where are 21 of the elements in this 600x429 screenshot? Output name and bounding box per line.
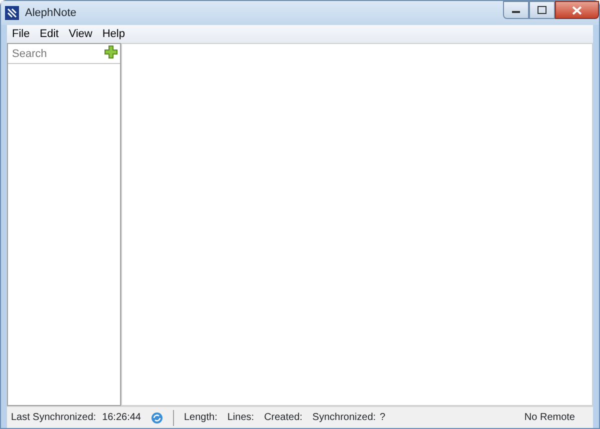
window-title: AlephNote	[25, 6, 76, 21]
remote-status: No Remote	[524, 411, 575, 425]
sync-icon[interactable]	[151, 412, 163, 424]
app-icon	[5, 6, 19, 20]
menu-item[interactable]: File	[7, 26, 35, 42]
close-icon	[572, 6, 582, 14]
status-label: Created:	[264, 411, 302, 425]
minimize-button[interactable]	[503, 1, 529, 19]
status-label: Length:	[184, 411, 218, 425]
menu-item[interactable]: Help	[97, 26, 130, 42]
menu-item[interactable]: View	[64, 26, 98, 42]
menu-item[interactable]: Edit	[34, 26, 64, 42]
status-label: Synchronized:	[312, 411, 376, 425]
close-button[interactable]	[555, 1, 599, 19]
add-note-button[interactable]	[104, 45, 118, 59]
status-label: Last Synchronized:	[11, 411, 96, 425]
maximize-icon	[537, 6, 547, 14]
status-value: ?	[380, 411, 386, 425]
maximize-button[interactable]	[529, 1, 555, 19]
status-value: 16:26:44	[102, 411, 141, 425]
status-label: Lines:	[227, 411, 254, 425]
